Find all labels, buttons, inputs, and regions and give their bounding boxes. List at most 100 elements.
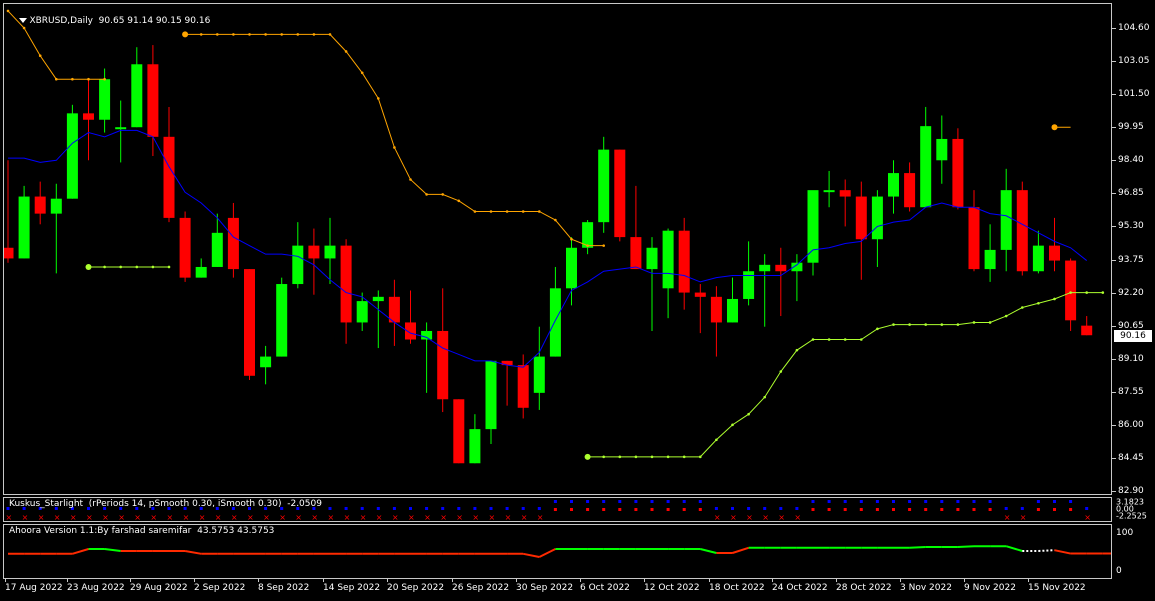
kuskus-red-marker [602,508,606,511]
kuskus-red-marker [908,508,912,511]
ahoora-segment [184,550,202,555]
ahoora-axis-label: 100 [1116,528,1134,538]
price-tick-label: 89.10 [1112,353,1144,364]
kuskus-blue-marker [344,507,348,510]
candle-body [694,292,706,297]
kuskus-bear-marker: × [295,513,302,521]
kuskus-red-marker [924,508,928,511]
kuskus-red-marker [956,508,960,511]
ahoora-segment [104,548,121,552]
kuskus-bear-marker: × [263,513,270,521]
kuskus-red-marker [940,508,944,511]
kuskus-red-marker [586,508,590,511]
kuskus-bear-marker: × [376,513,383,521]
dropdown-arrow-icon[interactable] [19,18,28,23]
kuskus-red-marker [698,508,702,511]
price-tick-label: 84.45 [1112,452,1144,463]
kuskus-bull-marker [924,500,928,503]
kuskus-bear-marker: × [537,513,544,521]
date-tick-label: 23 Aug 2022 [67,579,125,593]
kuskus-red-marker [570,508,573,511]
candle-body [855,196,867,240]
date-tick-label: 20 Sep 2022 [387,579,445,593]
kuskus-bear-marker: × [328,513,335,521]
kuskus-bull-marker [859,500,863,503]
candle-body [324,245,336,259]
candle-body [276,284,288,357]
kuskus-bear-marker: × [392,513,399,521]
kuskus-bear-marker: × [762,513,769,521]
kuskus-bear-marker: × [311,513,318,521]
price-chart[interactable] [4,4,1111,494]
candle-body [646,247,658,270]
date-axis[interactable]: 17 Aug 2022 23 Aug 2022 29 Aug 2022 2 Sep 2… [3,579,1112,599]
price-axis[interactable]: 104.60 103.05 101.50 99.95 98.40 96.85 95.30 93… [1112,0,1155,580]
candle-body [83,113,94,120]
kuskus-bear-marker: × [778,513,785,521]
ohlc-label: 90.65 91.14 90.15 90.16 [98,16,211,26]
kuskus-blue-marker [441,507,445,510]
candle-body [1016,190,1028,272]
kuskus-indicator-pane[interactable]: × × × × × × × × × × × × × × × × × × × × × × × × × × × × × × × × × × × × × × × ×… [3,497,1112,522]
candle-body [710,296,722,323]
kuskus-bull-marker [586,500,590,503]
candle-body [775,264,787,272]
kuskus-bull-marker [972,500,976,503]
candle-body [147,64,159,137]
candle-body [678,230,690,293]
kuskus-bear-marker: × [199,513,206,521]
kuskus-bear-marker: × [794,513,801,521]
candle-body [469,429,481,464]
candle-body [888,173,899,197]
date-tick-label: 15 Nov 2022 [1028,579,1086,593]
kuskus-bull-marker [908,500,912,503]
kuskus-red-marker [618,508,622,511]
kuskus-red-marker [682,508,686,511]
kuskus-bull-marker [570,500,573,503]
kuskus-bear-marker: × [424,513,431,521]
candle-body [356,301,368,323]
kuskus-bull-marker [618,500,622,503]
candle-body [1081,325,1093,336]
chart-title: XBRUSD,Daily 90.65 91.14 90.15 90.16 [8,6,210,36]
kuskus-bear-marker: × [746,513,753,521]
candle-body [195,266,207,278]
candle-body [904,173,916,208]
kuskus-blue-marker [537,507,541,510]
candle-body [807,190,819,263]
kuskus-bear-marker: × [505,513,512,521]
ahoora-indicator-pane[interactable]: Ahoora Version 1.1:By farshad saremifar … [3,524,1112,579]
kuskus-bear-marker: × [344,513,351,521]
last-price-label: 90.16 [1114,330,1152,343]
candle-body [131,64,143,128]
kuskus-bull-marker [1036,500,1040,503]
kuskus-bear-marker: × [86,513,93,521]
candle-body [50,198,62,214]
kuskus-bull-marker [602,500,606,503]
kuskus-bull-marker [634,500,638,503]
kuskus-red-marker [1069,508,1073,511]
candle-body [517,365,529,408]
date-tick-label: 17 Aug 2022 [5,579,63,593]
kuskus-bear-marker: × [118,513,125,521]
candle-body [839,190,851,197]
kuskus-blue-marker [521,507,525,510]
kuskus-red-marker [827,508,831,511]
main-chart-pane[interactable]: XBRUSD,Daily 90.65 91.14 90.15 90.16 [3,3,1112,495]
candle-body [340,245,352,323]
date-tick-label: 14 Sep 2022 [323,579,381,593]
candle-body [308,245,320,259]
candle-body [372,296,384,302]
price-tick-label: 92.20 [1112,287,1144,298]
kuskus-bear-marker: × [231,513,238,521]
kuskus-bear-marker: × [22,513,29,521]
kuskus-blue-marker [1004,507,1008,510]
candle-body [388,296,400,323]
candle-body [244,269,255,376]
candle-body [34,196,46,214]
kuskus-bull-marker [666,500,670,503]
kuskus-blue-marker [473,507,477,510]
kuskus-blue-marker [1020,507,1024,510]
kuskus-blue-marker [505,507,509,510]
candle-body [292,245,304,285]
